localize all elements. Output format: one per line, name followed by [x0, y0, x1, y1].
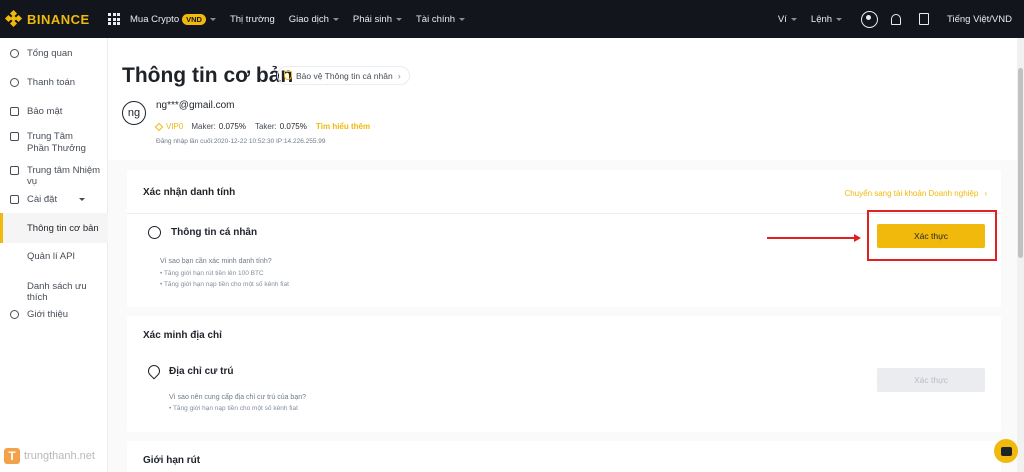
- chevron-right-icon: ›: [397, 70, 401, 81]
- sidebar-item-tasks[interactable]: Trung tâm Nhiệm vụ: [0, 165, 108, 187]
- sidebar-item-favorites[interactable]: Danh sách ưu thích: [0, 281, 108, 303]
- notification-bell-icon[interactable]: [891, 13, 902, 25]
- chevron-down-icon: [836, 17, 843, 21]
- sidebar: Tổng quan Thanh toán Bảo mật Trung Tâm P…: [0, 38, 108, 472]
- sidebar-item-api-management[interactable]: Quản lí API: [0, 251, 108, 262]
- benefit-item: • Tăng giới hạn nạp tiền cho một số kênh…: [169, 405, 298, 412]
- why-address-text: Vì sao nên cung cấp địa chỉ cư trú của b…: [169, 394, 306, 401]
- fee-tier-row: VIP0 Maker: 0.075% Taker: 0.075% Tìm hiểu …: [154, 122, 370, 131]
- nav-buy-crypto[interactable]: Mua Crypto VND: [130, 13, 216, 25]
- sidebar-item-security[interactable]: Bảo mật: [0, 106, 108, 117]
- add-user-icon: [10, 310, 19, 319]
- benefit-item: • Tăng giới hạn nạp tiền cho một số kênh…: [160, 281, 289, 288]
- residential-address-title: Địa chỉ cư trú: [169, 366, 234, 377]
- withdrawal-limit-card: Giới hạn rút: [127, 441, 1001, 472]
- nav-orders[interactable]: Lệnh: [811, 14, 843, 25]
- address-verification-card: Xác minh địa chỉ Địa chỉ cư trú Vì sao n…: [127, 316, 1001, 432]
- annotation-arrow: [767, 237, 855, 239]
- benefit-item: • Tăng giới hạn rút tiền lên 100 BTC: [160, 270, 264, 277]
- shield-icon: [10, 107, 19, 116]
- ticket-icon: [10, 132, 19, 141]
- vnd-badge: VND: [182, 13, 206, 25]
- switch-business-account-link[interactable]: Chuyển sang tài khoản Doanh nghiệp ›: [844, 189, 987, 198]
- main-content: Thông tin cơ bản Bảo vệ Thông tin cá nhâ…: [108, 38, 1024, 472]
- sidebar-item-payment[interactable]: Thanh toán: [0, 77, 108, 88]
- vip-badge: VIP0: [154, 122, 183, 131]
- nav-trade[interactable]: Giao dịch: [289, 14, 339, 25]
- sidebar-item-basic-info[interactable]: Thông tin cơ bản: [0, 213, 108, 243]
- address-heading: Xác minh địa chỉ: [143, 330, 222, 341]
- binance-logo[interactable]: BINANCE: [4, 9, 102, 28]
- chat-icon: [1000, 446, 1012, 456]
- annotation-highlight-box: [867, 210, 997, 261]
- diamond-icon: [154, 122, 164, 131]
- chevron-down-icon: [209, 17, 216, 21]
- apps-grid-icon[interactable]: [108, 13, 120, 25]
- sidebar-item-settings[interactable]: Cài đặt: [0, 194, 108, 205]
- chevron-down-icon: [459, 17, 466, 21]
- taker-fee: 0.075%: [279, 122, 307, 131]
- support-chat-button[interactable]: [994, 439, 1018, 463]
- identity-heading: Xác nhận danh tính: [143, 187, 236, 198]
- verify-address-button[interactable]: Xác thực: [877, 368, 985, 392]
- why-verify-text: Vì sao bạn cần xác minh danh tính?: [160, 258, 272, 265]
- page-title: Thông tin cơ bản: [122, 64, 294, 87]
- chevron-right-icon: ›: [984, 189, 987, 198]
- avatar: ng: [122, 101, 146, 125]
- profile-header: Thông tin cơ bản Bảo vệ Thông tin cá nhâ…: [108, 38, 1024, 160]
- nav-markets[interactable]: Thị trường: [230, 14, 275, 25]
- sidebar-item-dashboard[interactable]: Tổng quan: [0, 48, 108, 59]
- language-currency-selector[interactable]: Tiếng Việt/VND: [947, 14, 1012, 25]
- nav-finance[interactable]: Tài chính: [416, 14, 466, 25]
- chevron-down-icon: [790, 17, 797, 21]
- withdrawal-limit-heading: Giới hạn rút: [143, 455, 201, 466]
- location-pin-icon: [145, 362, 163, 380]
- watermark-text: trungthanh.net: [24, 450, 95, 462]
- last-login-info: Đăng nhập lần cuối:2020-12-22 10:52:30 I…: [156, 138, 326, 145]
- personal-info-title: Thông tin cá nhân: [171, 227, 258, 238]
- learn-more-link[interactable]: Tìm hiểu thêm: [316, 122, 370, 131]
- chevron-down-icon: [332, 17, 339, 21]
- logo-text: BINANCE: [27, 11, 90, 27]
- watermark: T trungthanh.net: [4, 448, 95, 464]
- settings-sliders-icon: [10, 195, 19, 204]
- binance-logo-icon: [4, 9, 23, 28]
- shield-icon: [284, 71, 292, 80]
- identity-verification-card: Xác nhận danh tính Chuyển sang tài khoản…: [127, 170, 1001, 307]
- user-icon: [10, 49, 19, 58]
- sidebar-item-referral[interactable]: Giới thiệu: [0, 309, 108, 320]
- user-account-icon[interactable]: [861, 10, 879, 28]
- scrollbar-thumb[interactable]: [1018, 68, 1023, 258]
- top-navbar: BINANCE Mua Crypto VND Thị trường Giao dị…: [0, 0, 1024, 38]
- clipboard-icon: [10, 166, 19, 175]
- person-icon: [148, 226, 161, 239]
- sidebar-item-rewards[interactable]: Trung Tâm Phần Thưởng: [0, 131, 108, 155]
- annotation-arrow-head: [854, 234, 861, 242]
- protect-personal-info-link[interactable]: Bảo vệ Thông tin cá nhân ›: [277, 66, 410, 85]
- watermark-logo: T: [4, 448, 20, 464]
- page-scrollbar[interactable]: [1017, 38, 1024, 472]
- nav-wallet[interactable]: Ví: [778, 14, 797, 25]
- download-app-icon[interactable]: [919, 13, 930, 25]
- dollar-icon: [10, 78, 19, 87]
- nav-derivatives[interactable]: Phái sinh: [353, 14, 402, 25]
- maker-fee: 0.075%: [218, 122, 246, 131]
- chevron-down-icon: [395, 17, 402, 21]
- account-email: ng***@gmail.com: [156, 100, 235, 111]
- chevron-down-icon: [79, 198, 86, 201]
